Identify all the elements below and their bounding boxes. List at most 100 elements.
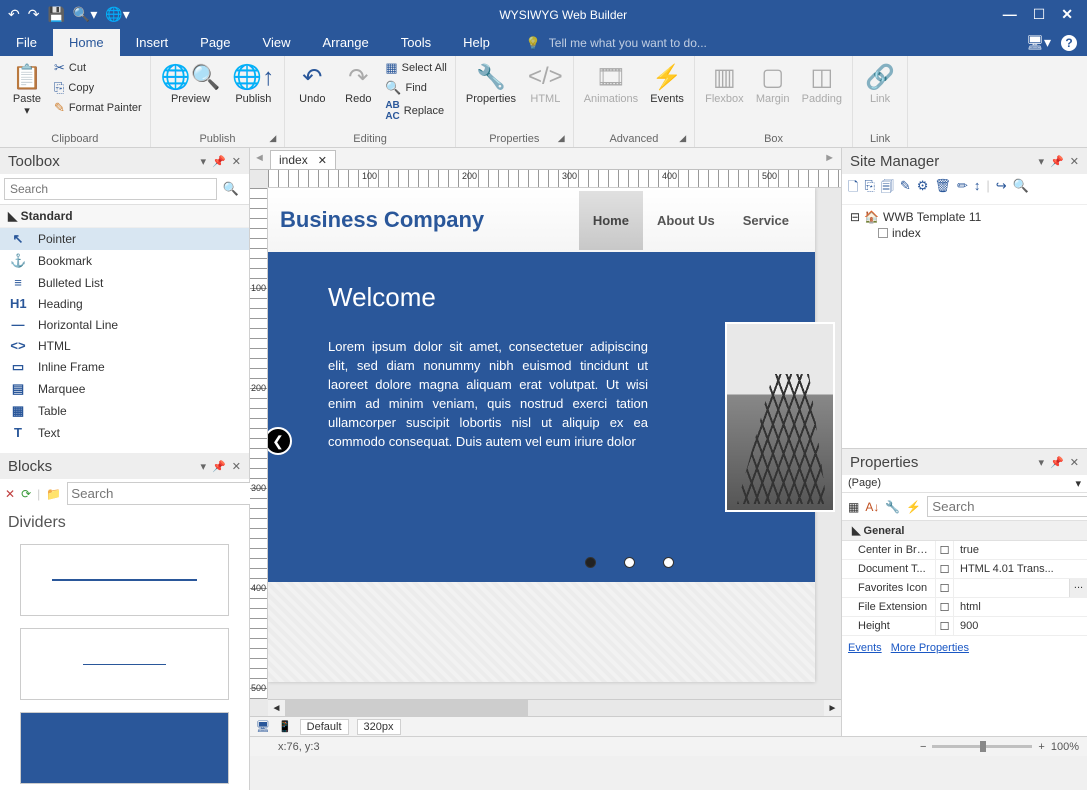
toolbox-item-horizontal-line[interactable]: —Horizontal Line [0,314,249,335]
page-nav-home[interactable]: Home [579,191,643,250]
toolbox-item-bulleted-list[interactable]: ≡Bulleted List [0,272,249,293]
animations-button[interactable]: 🎞Animations [580,59,642,107]
panel-dropdown-icon[interactable]: ▾ [1039,456,1045,469]
zoom-out-button[interactable]: − [920,741,926,753]
blocks-delete-icon[interactable]: ✕ [5,487,15,501]
panel-dropdown-icon[interactable]: ▾ [201,460,207,473]
toolbox-item-table[interactable]: ▦Table [0,400,249,422]
menu-view[interactable]: View [247,29,307,56]
tree-node-root[interactable]: ⊟ 🏠 WWB Template 11 [850,209,1079,225]
find-button[interactable]: 🔍Find [383,79,449,97]
flexbox-button[interactable]: ▥Flexbox [701,59,748,107]
panel-pin-icon[interactable]: 📌 [1050,155,1064,168]
sm-search-icon[interactable]: 🔍 [1013,178,1029,200]
property-row[interactable]: Favorites Icon☐... [842,579,1087,598]
paste-button[interactable]: 📋 Paste▾ [6,59,48,119]
menu-page[interactable]: Page [184,29,246,56]
properties-target[interactable]: (Page) [848,477,1075,490]
maximize-button[interactable]: ☐ [1033,6,1046,23]
blocks-search-input[interactable] [67,482,252,505]
blocks-refresh-icon[interactable]: ⟳ [21,487,31,501]
html-button[interactable]: </>HTML [524,59,567,107]
sm-delete-icon[interactable]: 🗑 [934,178,951,200]
responsive-icon-1[interactable]: 🖥 [256,720,270,733]
panel-close-icon[interactable]: ✕ [1070,456,1079,469]
search-icon[interactable]: 🔍 [217,178,245,200]
carousel-prev-button[interactable]: ❮ [268,427,292,455]
properties-more-link[interactable]: More Properties [891,642,969,654]
properties-events-link[interactable]: Events [848,642,882,654]
sm-clone-icon[interactable]: 🗐 [881,178,894,200]
menu-tools[interactable]: Tools [385,29,447,56]
tree-expand-icon[interactable]: ⊟ [850,210,860,224]
block-divider-3[interactable] [20,712,229,784]
scroll-right-button[interactable]: ► [824,700,841,716]
breakpoint-width[interactable]: 320px [357,719,401,735]
checkbox-icon[interactable] [878,228,888,238]
copy-button[interactable]: ⎘Copy [52,79,144,97]
sm-rename-icon[interactable]: ✏ [957,178,968,200]
panel-pin-icon[interactable]: 📌 [212,155,226,168]
menu-file[interactable]: File [0,29,53,56]
screen-icon[interactable]: 🖥▾ [1026,34,1051,51]
toolbox-search-input[interactable] [4,178,217,200]
toolbox-item-bookmark[interactable]: ⚓Bookmark [0,250,249,272]
toolbox-section-standard[interactable]: ◣ Standard [0,205,249,228]
property-row[interactable]: File Extension☐html [842,598,1087,617]
panel-close-icon[interactable]: ✕ [1070,155,1079,168]
panel-dropdown-icon[interactable]: ▾ [1039,155,1045,168]
prop-wrench-icon[interactable]: 🔧 [885,500,900,514]
prop-categorized-icon[interactable]: ▦ [848,500,859,514]
toolbox-item-marquee[interactable]: ▤Marquee [0,378,249,400]
panel-close-icon[interactable]: ✕ [232,155,241,168]
panel-close-icon[interactable]: ✕ [232,460,241,473]
events-button[interactable]: ⚡Events [646,59,688,107]
redo-button[interactable]: ↷Redo [337,59,379,107]
document-tab-index[interactable]: index ✕ [270,150,336,169]
blocks-folder-icon[interactable]: 📁 [46,487,61,501]
toolbox-item-html[interactable]: <>HTML [0,335,249,356]
publish-button[interactable]: 🌐↑Publish [228,59,278,107]
sm-new-icon[interactable]: 🗋 [848,178,858,200]
cut-button[interactable]: ✂Cut [52,59,144,77]
properties-button[interactable]: 🔧Properties [462,59,520,107]
sm-props-icon[interactable]: ⚙ [917,178,929,200]
preview-button[interactable]: 🌐🔍Preview [157,59,225,107]
panel-pin-icon[interactable]: 📌 [1050,456,1064,469]
tab-close-icon[interactable]: ✕ [318,154,327,167]
tree-node-index[interactable]: index [850,225,1079,241]
sm-edit-icon[interactable]: ✎ [900,178,911,200]
preview-qat-icon[interactable]: 🔍▾ [73,6,97,23]
block-divider-1[interactable] [20,544,229,616]
toolbox-item-inline-frame[interactable]: ▭Inline Frame [0,356,249,378]
close-button[interactable]: ✕ [1061,6,1073,23]
block-divider-2[interactable] [20,628,229,700]
help-icon[interactable]: ? [1061,35,1077,51]
publish-qat-icon[interactable]: 🌐▾ [105,6,129,23]
properties-search-input[interactable] [927,496,1087,517]
page-canvas[interactable]: Business Company Home About Us Service ❮… [268,188,815,682]
tab-nav-left[interactable]: ◄ [254,152,265,164]
panel-dropdown-icon[interactable]: ▾ [201,155,207,168]
select-all-button[interactable]: ▦Select All [383,59,449,77]
scroll-left-button[interactable]: ◄ [268,700,285,716]
toolbox-item-pointer[interactable]: ↖Pointer [0,228,249,250]
sm-move-icon[interactable]: ↕ [974,178,981,200]
toolbox-item-text[interactable]: TText [0,422,249,443]
page-nav-service[interactable]: Service [729,191,803,250]
prop-bolt-icon[interactable]: ⚡ [906,500,921,514]
carousel-dot-2[interactable] [624,557,635,568]
prop-section-general[interactable]: ◣ General [842,521,1087,541]
minimize-button[interactable]: — [1003,6,1017,23]
property-row[interactable]: Height☐900 [842,617,1087,636]
dropdown-icon[interactable]: ▾ [1075,477,1081,490]
carousel-dot-3[interactable] [663,557,674,568]
advanced-launcher[interactable]: ◢ [679,133,686,144]
carousel-dot-1[interactable] [585,557,596,568]
publish-launcher[interactable]: ◢ [269,133,276,144]
breakpoint-mode[interactable]: Default [300,719,349,735]
replace-button[interactable]: ABACReplace [383,99,449,123]
prop-alpha-icon[interactable]: A↓ [865,500,879,514]
horizontal-scrollbar[interactable]: ◄ ► [268,699,841,716]
menu-help[interactable]: Help [447,29,506,56]
